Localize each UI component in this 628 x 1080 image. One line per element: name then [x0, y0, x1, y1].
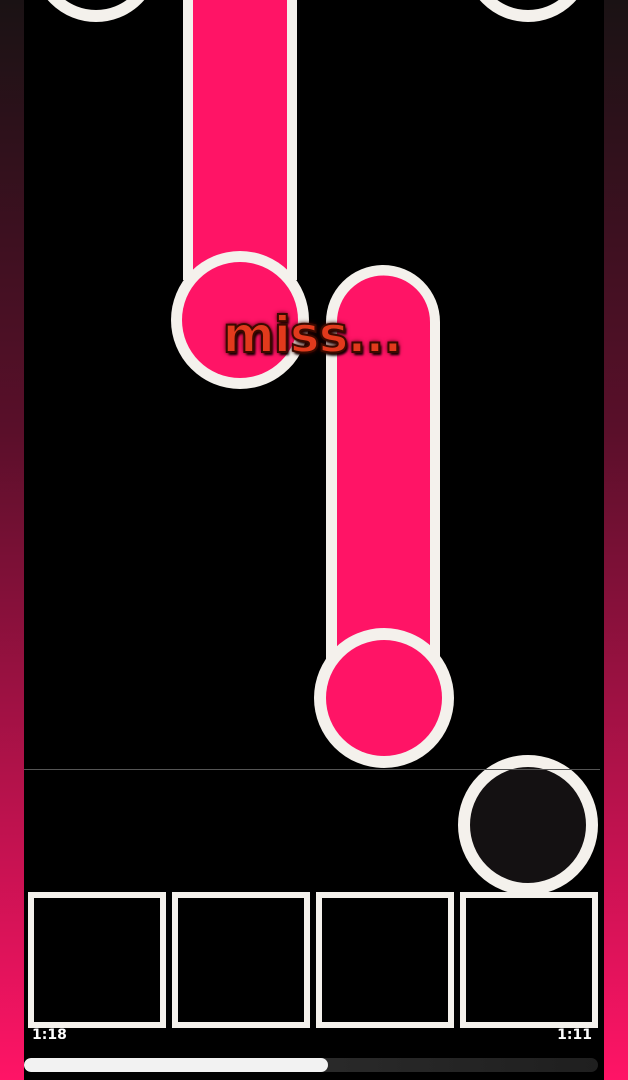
time-remaining: 1:11: [557, 1027, 592, 1043]
song-progress-fill: [24, 1058, 329, 1072]
hit-line: [24, 769, 600, 770]
right-side-gradient: [604, 0, 628, 1080]
time-elapsed: 1:18: [32, 1027, 67, 1043]
game-screen: miss... 1:18 1:11: [0, 0, 628, 1080]
left-side-gradient: [0, 0, 24, 1080]
lane-pad-2[interactable]: [172, 892, 310, 1028]
lane-pad-3[interactable]: [316, 892, 454, 1028]
judgement-text: miss...: [222, 305, 404, 365]
lane-pad-4[interactable]: [460, 892, 598, 1028]
lane-pad-1[interactable]: [28, 892, 166, 1028]
song-progress-bar[interactable]: [24, 1058, 598, 1072]
